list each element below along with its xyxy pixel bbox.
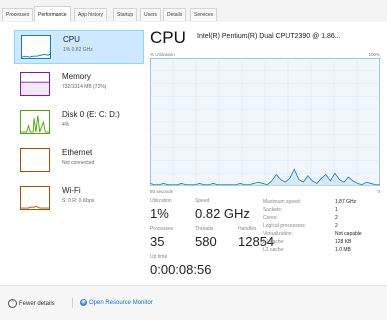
l1-cache-label: L1 cache: [263, 239, 285, 245]
page-title: CPU [150, 28, 186, 47]
tab-performance[interactable]: Performance [34, 6, 71, 22]
sidebar-item-detail: 1% 0.82 GHz [63, 47, 93, 53]
thumbnail-fill [21, 82, 49, 95]
chevron-up-icon: ⌃ [8, 299, 17, 308]
sockets-value: 1 [335, 207, 338, 213]
sidebar-item-label: Ethernet [62, 148, 93, 157]
uptime-label: Up time [150, 254, 168, 260]
footer-divider [72, 298, 73, 308]
thumbnail-sparkline [21, 81, 49, 95]
memory-thumbnail-graph [20, 72, 50, 96]
tab-processes[interactable]: Processes [2, 8, 34, 21]
l2-cache-label: L2 cache: [263, 247, 285, 253]
sidebar-item-detail: 4% [62, 122, 70, 128]
l2-cache-value: 1.0 MB [335, 247, 351, 253]
sidebar-item-detail: S: 0 R: 0 Kbps [62, 198, 95, 204]
speed-label: Speed [195, 198, 210, 204]
threads-value: 580 [195, 234, 217, 249]
sidebar-item-wifi[interactable]: Wi-Fi S: 0 R: 0 Kbps [14, 182, 144, 216]
open-resource-monitor-label: Open Resource Monitor [89, 300, 153, 307]
thumbnail-sparkline [21, 149, 49, 171]
utilization-max-label: 100% [368, 52, 380, 57]
thumbnail-sparkline [22, 53, 50, 58]
virtualization-label: Virtualization: [263, 231, 293, 237]
tab-services[interactable]: Services [190, 8, 218, 21]
utilization-value: 1% [150, 206, 169, 221]
ethernet-thumbnail-graph [20, 148, 50, 172]
graph-zero-label: 0 [377, 189, 380, 194]
thumbnail-sparkline [21, 205, 49, 209]
cpu-utilization-graph [150, 58, 380, 186]
sidebar-item-cpu[interactable]: CPU 1% 0.82 GHz [14, 30, 144, 64]
performance-panel: CPU 1% 0.82 GHz Memory 732/1014 MB (72%)… [0, 22, 387, 285]
open-resource-monitor-link[interactable]: ◉ Open Resource Monitor [80, 299, 153, 306]
max-speed-label: Maximum speed: [263, 199, 302, 205]
sidebar-item-disk[interactable]: Disk 0 (E: C: D:) 4% [14, 106, 144, 140]
sockets-label: Sockets: [263, 207, 283, 213]
sidebar-item-detail: Not connected [62, 160, 95, 166]
sidebar-item-memory[interactable]: Memory 732/1014 MB (72%) [14, 68, 144, 102]
wifi-thumbnail-graph [20, 186, 50, 210]
logical-processors-label: Logical processors: [263, 223, 307, 229]
processes-value: 35 [150, 234, 165, 249]
tab-startup[interactable]: Startup [113, 8, 138, 21]
thumbnail-line [21, 115, 49, 133]
resource-sidebar: CPU 1% 0.82 GHz Memory 732/1014 MB (72%)… [14, 28, 144, 278]
logical-processors-value: 2 [335, 223, 338, 229]
threads-label: Threads [195, 226, 214, 232]
sidebar-item-label: Disk 0 (E: C: D:) [62, 110, 120, 119]
sidebar-item-label: Wi-Fi [62, 186, 81, 195]
fewer-details-label: Fewer details [19, 301, 55, 308]
utilization-axis-label: % Utilization [150, 52, 175, 57]
disk-thumbnail-graph [20, 110, 50, 134]
tab-users[interactable]: Users [140, 8, 162, 21]
tab-details[interactable]: Details [163, 8, 187, 21]
sidebar-item-ethernet[interactable]: Ethernet Not connected [14, 144, 144, 178]
cores-value: 2 [335, 215, 338, 221]
sidebar-item-label: Memory [62, 72, 91, 81]
sidebar-item-label: CPU [63, 35, 80, 44]
thumbnail-line [22, 53, 50, 58]
cores-label: Cores: [263, 215, 278, 221]
cpu-detail-pane: CPU Intel(R) Pentium(R) Dual CPUT2390 @ … [150, 28, 380, 283]
uptime-value: 0:00:08:56 [150, 262, 212, 277]
l1-cache-value: 128 KB [335, 239, 352, 245]
virtualization-value: Not capable [335, 231, 362, 237]
thumbnail-line [21, 205, 49, 209]
handles-label: Handles [238, 226, 257, 232]
cpu-thumbnail-graph [21, 35, 51, 59]
tab-app-history[interactable]: App history [74, 8, 108, 21]
time-span-label: 60 seconds [150, 189, 174, 194]
processes-label: Processes [150, 226, 174, 232]
thumbnail-sparkline [21, 115, 49, 133]
resource-monitor-icon: ◉ [80, 299, 87, 306]
cpu-model-name: Intel(R) Pentium(R) Dual CPUT2390 @ 1.86… [197, 33, 341, 40]
footer-bar: ⌃ Fewer details ◉ Open Resource Monitor [0, 285, 387, 320]
sidebar-item-detail: 732/1014 MB (72%) [62, 84, 107, 90]
tab-bar: Processes Performance App history Startu… [0, 0, 387, 23]
max-speed-value: 1.87 GHz [335, 199, 357, 205]
fewer-details-button[interactable]: ⌃ Fewer details [8, 299, 55, 308]
utilization-label: Utilization [150, 198, 172, 204]
speed-value: 0.82 GHz [195, 206, 250, 221]
